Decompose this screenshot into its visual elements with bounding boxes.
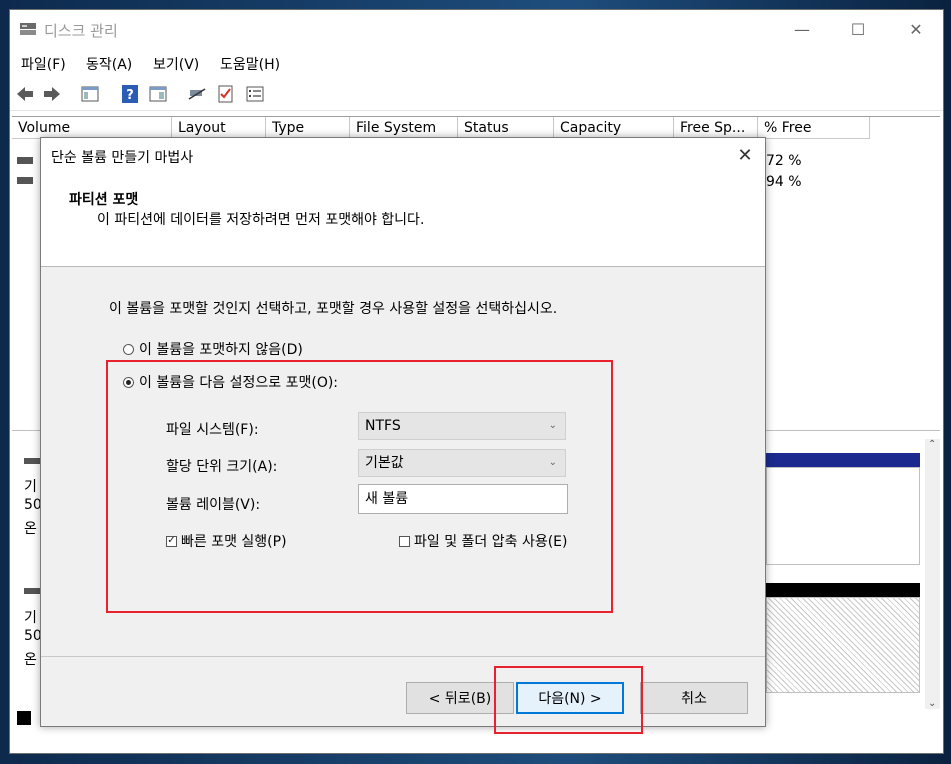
radio-do-not-format[interactable]: 이 볼륨을 포맷하지 않음(D) <box>123 339 303 359</box>
file-system-value: NTFS <box>365 418 401 434</box>
volume-label-input[interactable]: 새 볼륨 <box>358 484 568 514</box>
column-header-free-space[interactable]: Free Sp... <box>674 117 758 139</box>
disk-status-label: 온 <box>24 521 37 537</box>
disk-type-label: 기 <box>24 479 37 495</box>
percent-free-value: 72 % <box>766 153 802 169</box>
wizard-page-subheading: 이 파티션에 데이터를 저장하려면 먼저 포맷해야 합니다. <box>97 212 425 228</box>
scrollbar[interactable]: ⌃ ⌄ <box>925 439 940 709</box>
minimize-icon: — <box>794 19 810 39</box>
unallocated-partition-block[interactable] <box>766 597 920 693</box>
window-titlebar[interactable]: 디스크 관리 — ☐ ✕ <box>10 10 943 48</box>
legend-unallocated-swatch <box>17 711 31 725</box>
minimize-button[interactable]: — <box>779 10 825 48</box>
scroll-down-icon[interactable]: ⌄ <box>928 698 936 709</box>
menu-action[interactable]: 동작(A) <box>86 54 132 74</box>
column-header-percent-free[interactable]: % Free <box>758 117 870 139</box>
close-window-button[interactable]: ✕ <box>893 10 939 48</box>
menu-help[interactable]: 도움말(H) <box>220 54 280 74</box>
close-icon: ✕ <box>909 19 923 39</box>
compression-checkbox[interactable]: 파일 및 폴더 압축 사용(E) <box>399 531 568 551</box>
chevron-down-icon: ⌄ <box>548 457 557 468</box>
scroll-up-icon[interactable]: ⌃ <box>928 439 936 450</box>
maximize-button[interactable]: ☐ <box>835 10 881 48</box>
properties-view-icon[interactable] <box>148 84 168 104</box>
radio-do-not-format-label: 이 볼륨을 포맷하지 않음(D) <box>139 342 303 358</box>
cancel-button[interactable]: 취소 <box>640 682 748 714</box>
next-button[interactable]: 다음(N) > <box>516 682 624 714</box>
partition-block[interactable] <box>766 467 920 565</box>
dialog-divider <box>41 656 765 657</box>
column-header-layout[interactable]: Layout <box>172 117 266 139</box>
close-icon: ✕ <box>737 144 753 166</box>
forward-arrow-icon[interactable] <box>42 84 62 104</box>
console-tree-icon[interactable] <box>80 84 100 104</box>
column-header-capacity[interactable]: Capacity <box>554 117 674 139</box>
compression-label: 파일 및 폴더 압축 사용(E) <box>414 534 568 550</box>
toolbar: ? <box>10 78 943 111</box>
new-simple-volume-wizard-dialog: 단순 볼륨 만들기 마법사 ✕ 파티션 포맷 이 파티션에 데이터를 저장하려면… <box>40 137 766 727</box>
checklist-icon[interactable] <box>216 84 236 104</box>
help-icon[interactable]: ? <box>120 84 140 104</box>
back-button[interactable]: < 뒤로(B) <box>406 682 514 714</box>
column-header-file-system[interactable]: File System <box>350 117 458 139</box>
menu-file[interactable]: 파일(F) <box>21 54 66 74</box>
back-arrow-icon[interactable] <box>15 84 35 104</box>
allocation-unit-size-combobox[interactable]: 기본값 ⌄ <box>358 449 566 477</box>
menu-bar: 파일(F) 동작(A) 보기(V) 도움말(H) <box>10 50 943 76</box>
percent-free-value: 94 % <box>766 174 802 190</box>
column-header-status[interactable]: Status <box>458 117 554 139</box>
svg-text:?: ? <box>126 88 134 103</box>
quick-format-label: 빠른 포맷 실행(P) <box>181 534 287 550</box>
checkbox-checked-icon: ✓ <box>166 535 177 547</box>
checkbox-unchecked-icon <box>399 535 410 547</box>
volume-drive-icon <box>17 177 33 184</box>
unallocated-header-bar <box>766 583 920 597</box>
file-system-label: 파일 시스템(F): <box>166 422 259 438</box>
dialog-title: 단순 볼륨 만들기 마법사 <box>51 150 194 166</box>
settings-list-icon[interactable] <box>245 84 265 104</box>
dialog-close-button[interactable]: ✕ <box>731 142 759 168</box>
radio-format-with-settings[interactable]: 이 볼륨을 다음 설정으로 포맷(O): <box>123 372 338 392</box>
radio-selected-icon <box>123 376 134 388</box>
wizard-page-heading: 파티션 포맷 <box>69 192 139 208</box>
file-system-combobox[interactable]: NTFS ⌄ <box>358 412 566 440</box>
radio-format-with-settings-label: 이 볼륨을 다음 설정으로 포맷(O): <box>139 375 339 391</box>
chevron-down-icon: ⌄ <box>548 420 557 431</box>
window-title: 디스크 관리 <box>44 22 118 40</box>
allocation-unit-size-label: 할당 단위 크기(A): <box>166 459 278 475</box>
radio-circle-icon <box>123 343 134 355</box>
column-header-type[interactable]: Type <box>266 117 350 139</box>
instruction-text: 이 볼륨을 포맷할 것인지 선택하고, 포맷할 경우 사용할 설정을 선택하십시… <box>109 301 558 317</box>
wizard-header: 단순 볼륨 만들기 마법사 ✕ 파티션 포맷 이 파티션에 데이터를 저장하려면… <box>41 138 765 267</box>
volume-label-label: 볼륨 레이블(V): <box>166 497 261 513</box>
maximize-icon: ☐ <box>850 19 866 39</box>
disk-management-app-icon <box>20 23 36 35</box>
quick-format-checkbox[interactable]: ✓ 빠른 포맷 실행(P) <box>166 531 287 551</box>
partition-header-bar <box>766 453 920 467</box>
disk-type-label: 기 <box>24 610 37 626</box>
menu-view[interactable]: 보기(V) <box>153 54 199 74</box>
column-header-volume[interactable]: Volume <box>12 117 172 139</box>
allocation-unit-size-value: 기본값 <box>365 455 404 471</box>
connect-icon[interactable] <box>187 84 207 104</box>
volume-drive-icon <box>17 157 33 164</box>
disk-status-label: 온 <box>24 652 37 668</box>
